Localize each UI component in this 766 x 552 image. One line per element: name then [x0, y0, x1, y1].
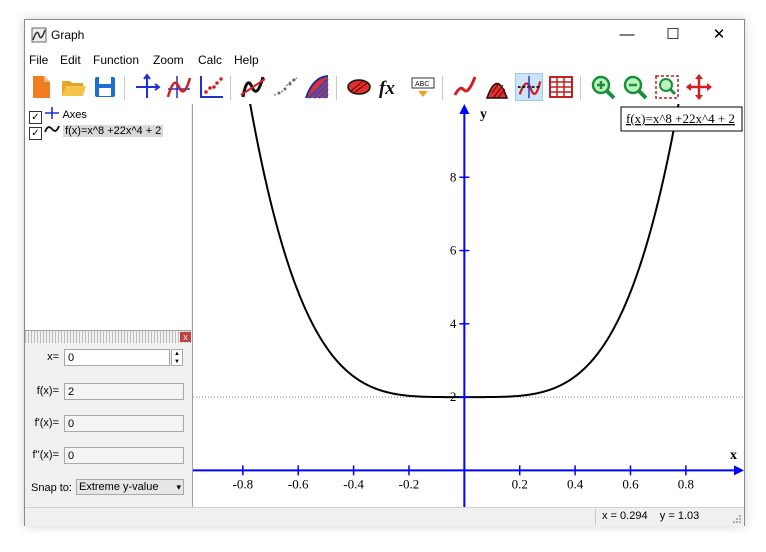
menu-help[interactable]: Help	[234, 53, 259, 67]
x-tick-label: -0.6	[288, 476, 309, 491]
new-icon[interactable]	[27, 73, 55, 101]
cursor-coordinates: x = 0.294 y = 1.03	[602, 510, 700, 522]
status-separator	[595, 509, 596, 525]
close-button[interactable]: ✕	[696, 20, 742, 50]
menu-zoom[interactable]: Zoom	[153, 53, 184, 67]
minimize-button[interactable]: —	[604, 20, 650, 50]
toolbar-separator	[336, 76, 337, 100]
y-tick-label: 6	[450, 243, 457, 258]
x-tick-label: -0.8	[233, 476, 254, 491]
function-checkbox[interactable]: ✓	[29, 127, 42, 140]
x-axis-label: x	[730, 448, 737, 463]
relation-icon[interactable]	[345, 73, 373, 101]
x-tick-label: -0.4	[343, 476, 364, 491]
x-tick-label: 0.2	[512, 476, 528, 491]
fx-icon[interactable]: fx	[377, 73, 405, 101]
y-axis-label: y	[480, 107, 487, 122]
x-tick-label: 0.4	[567, 476, 584, 491]
save-icon[interactable]	[91, 73, 119, 101]
axes-icon[interactable]	[133, 73, 161, 101]
panel-close-button[interactable]: x	[180, 332, 191, 342]
y-axis-arrow	[459, 104, 470, 114]
window-title: Graph	[51, 28, 85, 42]
toolbar: fx ABC	[25, 70, 744, 105]
tree-item-axes-label: Axes	[62, 109, 87, 121]
table-icon[interactable]	[547, 73, 575, 101]
x-tick-label: 0.6	[622, 476, 639, 491]
evaluate-icon[interactable]	[515, 73, 543, 101]
y-tick-label: 4	[450, 316, 457, 331]
menu-function[interactable]: Function	[93, 53, 139, 67]
svg-text:ABC: ABC	[415, 81, 429, 88]
y-tick-label: 8	[450, 169, 457, 184]
axes-small-icon	[45, 107, 59, 119]
zoom-window-icon[interactable]	[653, 73, 681, 101]
toolbar-separator	[580, 76, 581, 100]
fx-label: f(x)=	[36, 385, 59, 397]
insert-function-icon[interactable]	[165, 73, 193, 101]
f1-label: f'(x)=	[34, 417, 59, 429]
x-tick-label: 0.8	[678, 476, 694, 491]
tree-item-function[interactable]: ✓ f(x)=x^8 +22x^4 + 2	[29, 123, 164, 140]
toolbar-separator	[124, 76, 125, 100]
snap-select[interactable]: Extreme y-value ▾	[76, 479, 184, 495]
fx-output: 2	[64, 383, 184, 400]
function-list: ✓ Axes ✓ f(x)=x^8 +22x^4 + 2	[25, 104, 191, 331]
zoom-in-icon[interactable]	[589, 73, 617, 101]
tangent-icon[interactable]	[239, 73, 267, 101]
graph-app-icon	[31, 27, 47, 43]
trendline-icon[interactable]	[271, 73, 299, 101]
x-axis-arrow	[734, 465, 744, 476]
maximize-button[interactable]: ☐	[650, 20, 696, 50]
shading-icon[interactable]	[303, 73, 331, 101]
x-label: x=	[47, 351, 59, 363]
toolbar-separator	[442, 76, 443, 100]
x-input[interactable]: 0	[64, 349, 170, 366]
f1-output: 0	[64, 415, 184, 432]
zoom-out-icon[interactable]	[621, 73, 649, 101]
menu-bar: File Edit Function Zoom Calc Help	[25, 50, 744, 70]
derivative-icon[interactable]	[451, 73, 479, 101]
label-icon[interactable]: ABC	[409, 73, 437, 101]
function-curve-icon	[44, 125, 60, 133]
x-spinner[interactable]: ▲ ▼	[171, 349, 183, 366]
app-window: Graph — ☐ ✕ File Edit Function Zoom Calc…	[24, 19, 745, 526]
f2-label: f''(x)=	[32, 449, 59, 461]
open-icon[interactable]	[59, 73, 87, 101]
legend-label: f(x)=x^8 +22x^4 + 2	[626, 111, 735, 126]
menu-edit[interactable]: Edit	[60, 53, 81, 67]
menu-calc[interactable]: Calc	[198, 53, 222, 67]
move-icon[interactable]	[685, 73, 713, 101]
toolbar-separator	[230, 76, 231, 100]
f2-output: 0	[64, 447, 184, 464]
snap-label: Snap to:	[31, 482, 72, 494]
plot-canvas[interactable]: -0.8 -0.6 -0.4 -0.2 0.2 0.4 0.6 0.8 2 4 6 8 x y f(x…	[193, 104, 744, 507]
svg-text:fx: fx	[379, 78, 395, 99]
area-icon[interactable]	[483, 73, 511, 101]
panel-splitter[interactable]	[25, 331, 191, 343]
x-tick-label: -0.2	[399, 476, 420, 491]
legend: f(x)=x^8 +22x^4 + 2	[620, 106, 743, 132]
menu-file[interactable]: File	[29, 53, 48, 67]
point-series-icon[interactable]	[197, 73, 225, 101]
resize-grip-icon[interactable]	[732, 514, 742, 524]
left-pane: ✓ Axes ✓ f(x)=x^8 +22x^4 + 2 x x= 0 ▲ ▼ f…	[25, 104, 193, 507]
title-bar: Graph — ☐ ✕	[25, 20, 744, 50]
snap-select-value: Extreme y-value	[79, 481, 159, 493]
y-tick-label: 2	[450, 389, 457, 404]
tree-item-function-label: f(x)=x^8 +22x^4 + 2	[63, 125, 164, 137]
tree-item-axes[interactable]: ✓ Axes	[29, 107, 87, 124]
status-bar: x = 0.294 y = 1.03	[25, 507, 744, 526]
graph-area[interactable]: -0.8 -0.6 -0.4 -0.2 0.2 0.4 0.6 0.8 2 4 6 8 x y f(x…	[193, 104, 744, 507]
chevron-down-icon: ▾	[176, 482, 181, 492]
